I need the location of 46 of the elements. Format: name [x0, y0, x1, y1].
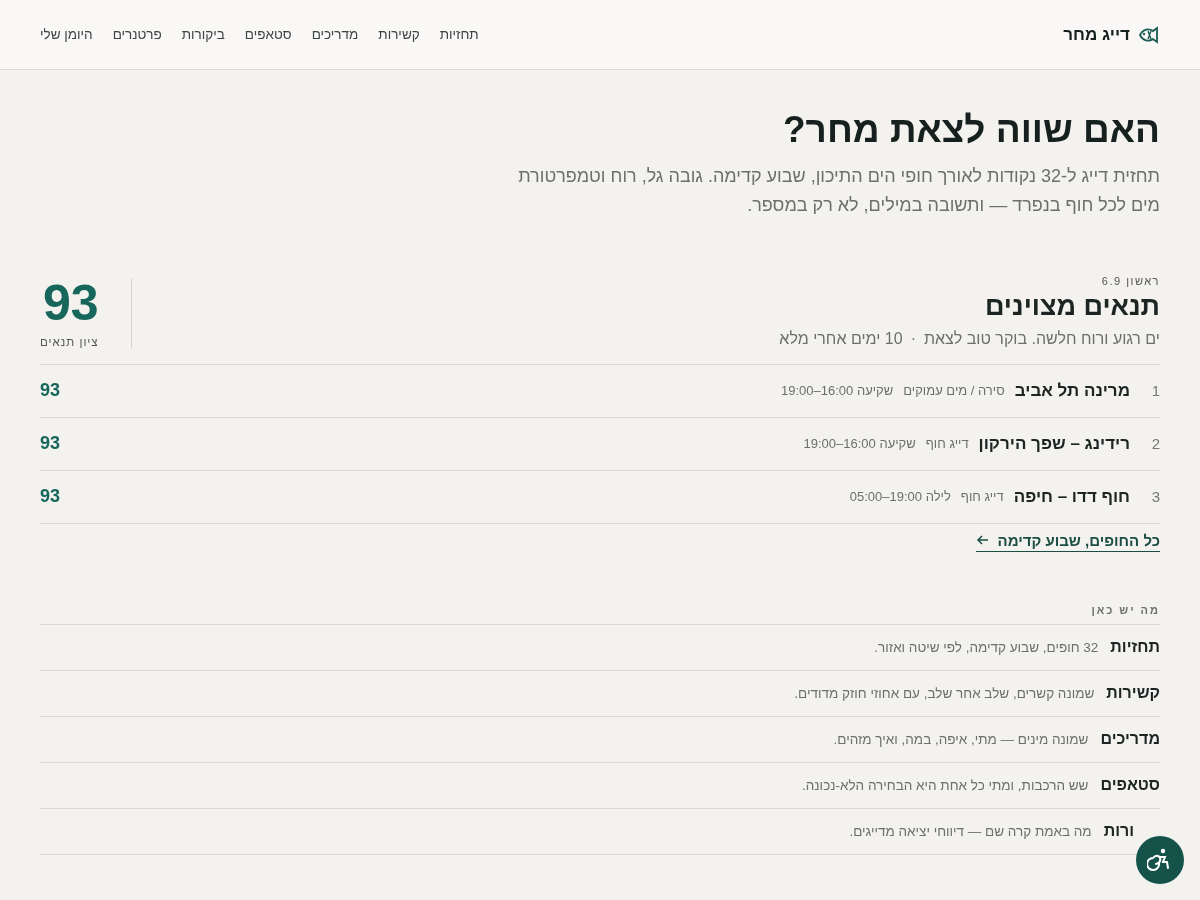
conditions-headline: תנאים מצוינים	[983, 291, 1160, 322]
section-heading: מה יש כאן	[40, 604, 1160, 625]
time-window: שקיעה 16:00–19:00	[803, 436, 916, 452]
nav-link[interactable]: ביקורות	[181, 27, 225, 42]
nav-link[interactable]: תחזיות	[439, 27, 479, 42]
nav-link[interactable]: היומן שלי	[40, 27, 93, 42]
feature-title[interactable]: קשירות	[1106, 684, 1160, 703]
fishing-method: סירה / מים עמוקים	[903, 383, 1005, 399]
spot-name[interactable]: רידינג – שפך הירקון	[978, 434, 1130, 454]
score-value: 93	[43, 278, 99, 328]
nav-link[interactable]: סטאפים	[244, 27, 292, 42]
fishing-method: דייג חוף	[925, 436, 969, 452]
page-title: האם שווה לצאת מחר?	[781, 108, 1160, 152]
feature-description: שש הרכבות, ומתי כל אחת היא הבחירה הלא-נכונה.	[802, 778, 1089, 793]
time-window: לילה 19:00–05:00	[849, 489, 951, 505]
feature-title[interactable]: תחזיות	[1110, 638, 1160, 657]
time-window: שקיעה 16:00–19:00	[780, 383, 894, 399]
feature-title[interactable]: מדריכים	[1100, 730, 1160, 749]
spot-name[interactable]: חוף דדו – חיפה	[1013, 487, 1130, 507]
feature-description: מה באמת קרה שם — דיווחי יציאה מדייגים.	[849, 824, 1092, 839]
accessibility-button[interactable]	[1136, 836, 1184, 884]
date-label: ראשון 6.9	[1100, 275, 1160, 287]
all-spots-link[interactable]: כל החופים, שבוע קדימה	[975, 532, 1160, 552]
rank-number: 1	[1150, 382, 1160, 400]
rank-number: 2	[1150, 435, 1160, 453]
fishing-method: דייג חוף	[960, 489, 1004, 505]
nav-link[interactable]: פרטנרים	[112, 27, 162, 42]
feature-title[interactable]: סטאפים	[1100, 776, 1160, 795]
page-subtitle: תחזית דייג ל-32 נקודות לאורך חופי הים התיכון, שבוע קדימה. גובה גל, רוח וטמפרטורת מים לכל חוף בנפרד — ותשובה במילים, לא רק במספר.	[517, 165, 1160, 218]
fish-icon	[1138, 25, 1160, 44]
spot-score: 93	[40, 380, 61, 402]
score-label: ציון תנאים	[40, 336, 99, 348]
feature-title[interactable]: ורות	[1103, 822, 1134, 841]
moon-phase: 10 ימים אחרי מלא	[779, 330, 903, 348]
spot-score: 93	[40, 486, 61, 508]
rank-number: 3	[1150, 488, 1160, 506]
nav-link[interactable]: קשירות	[378, 27, 420, 42]
nav-link[interactable]: מדריכים	[311, 27, 359, 42]
spot-score: 93	[40, 433, 61, 455]
spot-name[interactable]: מרינה תל אביב	[1014, 381, 1130, 401]
feature-description: שמונה קשרים, שלב אחר שלב, עם אחוזי חוזק מדודים.	[794, 686, 1095, 701]
feature-description: שמונה מינים — מתי, איפה, במה, ואיך מזהים.	[833, 732, 1089, 747]
feature-description: 32 חופים, שבוע קדימה, לפי שיטה ואזור.	[874, 640, 1099, 655]
separator-dot: ·	[910, 330, 916, 348]
conditions-description: ים רגוע ורוח חלשה. בוקר טוב לצאת	[923, 330, 1160, 348]
brand-name[interactable]: דייג מחר	[1063, 24, 1130, 45]
